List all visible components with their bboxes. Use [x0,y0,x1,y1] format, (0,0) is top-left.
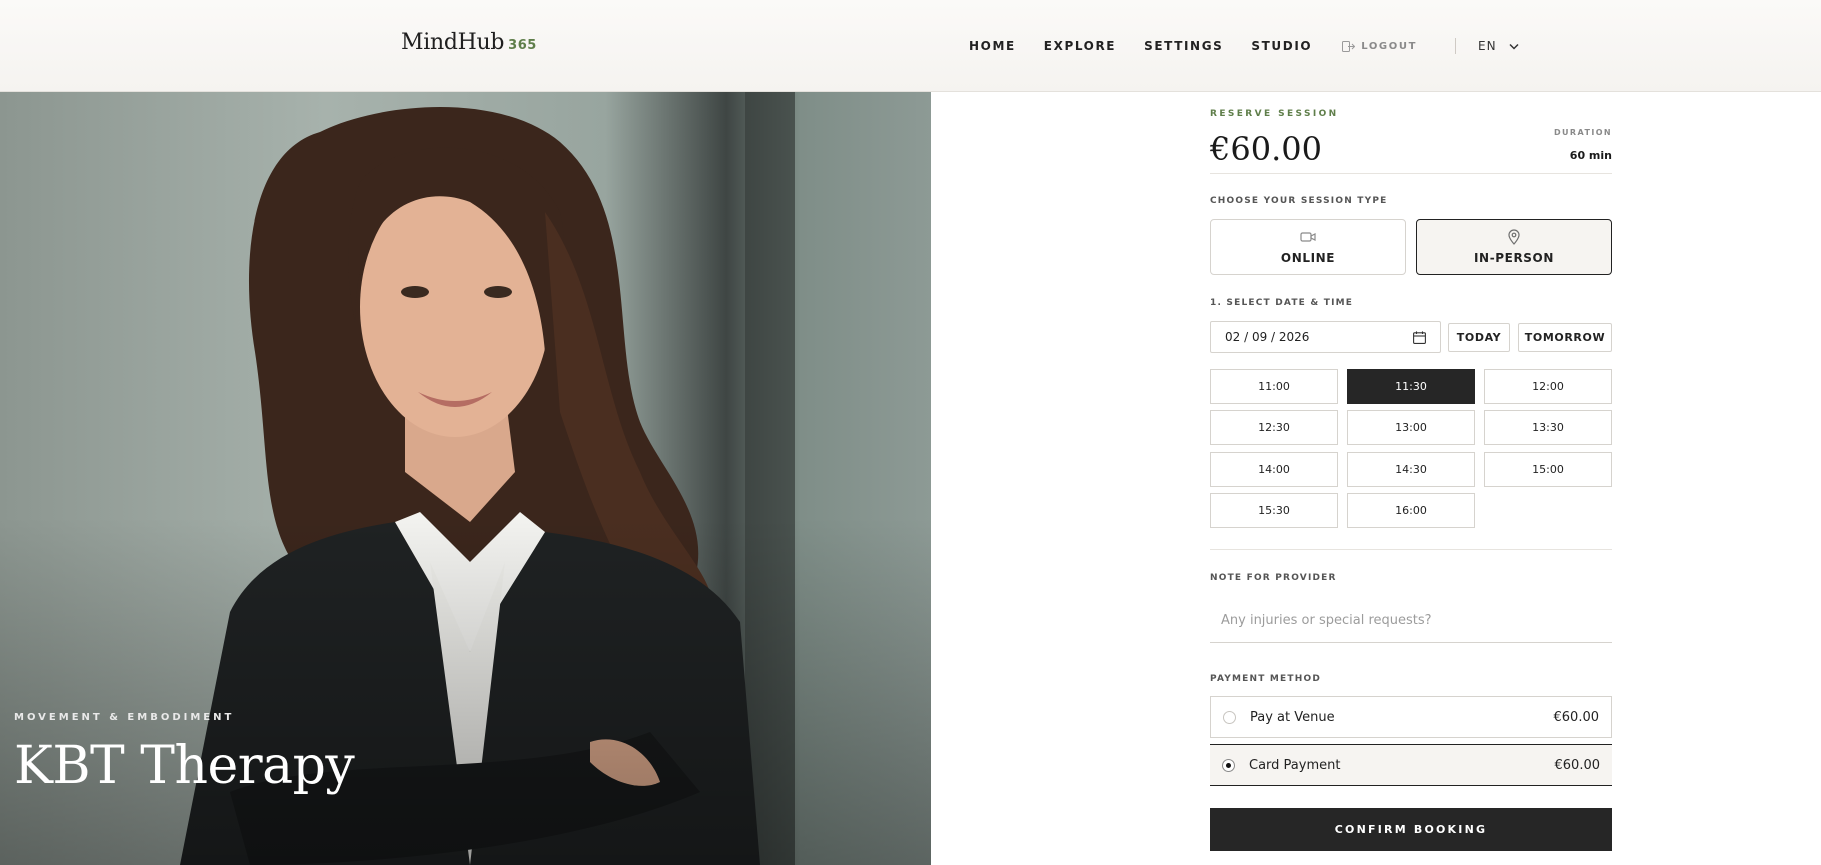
session-type-online-label: ONLINE [1280,251,1336,265]
hero-image: MOVEMENT & EMBODIMENT KBT Therapy [0,92,931,865]
radio-card[interactable] [1222,758,1235,772]
payment-option-card[interactable]: Card Payment €60.00 [1210,744,1612,786]
payment-option-card-label: Card Payment [1249,757,1341,773]
time-slot-1330[interactable]: 13:30 [1484,410,1612,445]
time-slot-1600[interactable]: 16:00 [1347,493,1475,528]
date-input[interactable]: 02 / 09 / 2026 [1210,321,1441,353]
divider [1210,549,1612,550]
duration-value: 60 min [1569,149,1612,162]
session-type-label: CHOOSE YOUR SESSION TYPE [1210,196,1388,206]
language-selector[interactable]: EN [1478,39,1519,53]
top-header: MindHub 365 HOME EXPLORE SETTINGS STUDIO… [0,0,1821,92]
date-value: 02 / 09 / 2026 [1225,330,1310,344]
hero-title: KBT Therapy [14,736,355,796]
divider [1210,173,1612,174]
payment-method-label: PAYMENT METHOD [1210,674,1321,684]
reserve-session-label: RESERVE SESSION [1210,109,1339,119]
nav-settings[interactable]: SETTINGS [1144,39,1223,53]
nav-divider [1455,38,1456,54]
chevron-down-icon [1509,43,1519,50]
time-slot-1430[interactable]: 14:30 [1347,452,1475,487]
nav-home[interactable]: HOME [969,39,1016,53]
note-label: NOTE FOR PROVIDER [1210,573,1337,583]
time-slot-1400[interactable]: 14:00 [1210,452,1338,487]
time-slot-1230[interactable]: 12:30 [1210,410,1338,445]
session-type-in-person-label: IN-PERSON [1473,251,1554,265]
calendar-icon[interactable] [1413,331,1426,344]
nav-studio[interactable]: STUDIO [1251,39,1312,53]
tomorrow-button[interactable]: TOMORROW [1518,323,1612,352]
time-slot-1200[interactable]: 12:00 [1484,369,1612,404]
session-type-in-person[interactable]: IN-PERSON [1416,219,1612,275]
session-price: €60.00 [1210,130,1322,168]
hero-eyebrow: MOVEMENT & EMBODIMENT [14,712,235,723]
time-slot-1300[interactable]: 13:00 [1347,410,1475,445]
confirm-booking-button[interactable]: CONFIRM BOOKING [1210,808,1612,851]
video-camera-icon [1300,232,1316,242]
time-slot-1100[interactable]: 11:00 [1210,369,1338,404]
map-pin-icon [1508,229,1520,245]
date-time-label: 1. SELECT DATE & TIME [1210,298,1354,308]
logout-button[interactable]: LOGOUT [1342,40,1417,52]
logout-label: LOGOUT [1361,40,1417,52]
note-input[interactable] [1210,599,1612,643]
logout-icon [1342,40,1356,52]
radio-venue[interactable] [1223,710,1236,724]
language-label: EN [1478,39,1497,53]
brand-name: MindHub [401,30,505,55]
brand-suffix: 365 [508,38,537,53]
time-slot-1530[interactable]: 15:30 [1210,493,1338,528]
duration-label: DURATION [1554,128,1612,137]
time-slot-1500[interactable]: 15:00 [1484,452,1612,487]
payment-option-venue-price: €60.00 [1553,709,1600,725]
today-button[interactable]: TODAY [1448,323,1510,352]
payment-option-venue[interactable]: Pay at Venue €60.00 [1210,696,1612,738]
time-slot-1130[interactable]: 11:30 [1347,369,1475,404]
payment-option-card-price: €60.00 [1554,757,1601,773]
session-type-online[interactable]: ONLINE [1210,219,1406,275]
main-nav: HOME EXPLORE SETTINGS STUDIO LOGOUT EN [969,38,1519,54]
nav-explore[interactable]: EXPLORE [1044,39,1116,53]
payment-option-venue-label: Pay at Venue [1250,709,1335,725]
brand-logo[interactable]: MindHub 365 [401,30,537,55]
